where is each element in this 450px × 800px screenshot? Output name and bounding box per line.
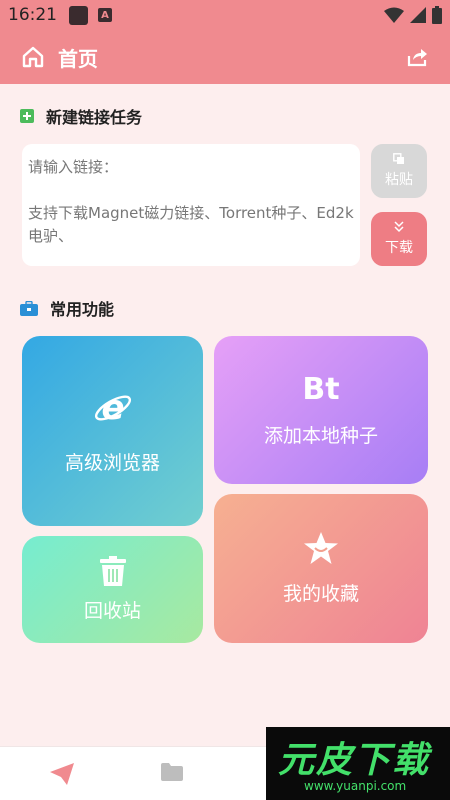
browser-tile[interactable]: e 高级浏览器: [22, 336, 203, 526]
toolbox-icon: [20, 300, 38, 316]
favorites-tile[interactable]: 我的收藏: [214, 494, 428, 643]
add-torrent-tile[interactable]: Bt 添加本地种子: [214, 336, 428, 484]
link-input-hint: 支持下载Magnet磁力链接、Torrent种子、Ed2k电驴、: [28, 204, 354, 245]
paste-label: 粘贴: [385, 172, 413, 188]
status-bar: 16:21 A: [0, 0, 450, 30]
download-label: 下载: [385, 240, 413, 256]
recycle-bin-label: 回收站: [83, 600, 141, 622]
page-title: 首页: [58, 46, 98, 71]
link-input-placeholder: 请输入链接：: [28, 158, 119, 176]
browser-icon: e: [94, 388, 131, 428]
download-arrow-icon: [394, 221, 404, 233]
wifi-icon: [384, 7, 404, 23]
paste-button[interactable]: 粘贴: [371, 144, 427, 198]
folder-icon[interactable]: [161, 763, 183, 781]
home-icon[interactable]: [22, 46, 44, 68]
svg-text:e: e: [101, 388, 124, 428]
battery-icon: [432, 6, 442, 24]
bt-icon: Bt: [302, 372, 340, 407]
download-button[interactable]: 下载: [371, 212, 427, 266]
recycle-bin-tile[interactable]: 回收站: [22, 536, 203, 643]
copy-icon: [393, 153, 404, 164]
favorites-label: 我的收藏: [282, 583, 359, 605]
share-icon[interactable]: [406, 47, 428, 67]
notification-badge-icon: A: [98, 8, 112, 22]
notification-icon: [69, 5, 88, 25]
browser-label: 高级浏览器: [64, 451, 160, 474]
app-bar: 首页: [0, 30, 450, 84]
features-heading: 常用功能: [20, 296, 114, 320]
new-task-heading: 新建链接任务: [20, 104, 142, 128]
star-icon: [304, 532, 338, 564]
watermark: 元皮下载 www.yuanpi.com: [266, 727, 450, 800]
signal-icon: [410, 7, 426, 23]
trash-icon: [99, 556, 126, 586]
watermark-url: www.yuanpi.com: [304, 779, 407, 793]
add-torrent-label: 添加本地种子: [263, 425, 378, 447]
new-task-title: 新建链接任务: [46, 108, 143, 127]
send-icon[interactable]: [50, 763, 74, 785]
status-time: 16:21: [8, 5, 57, 25]
features-title: 常用功能: [50, 300, 115, 319]
watermark-brand: 元皮下载: [278, 740, 431, 781]
link-input[interactable]: 请输入链接： 支持下载Magnet磁力链接、Torrent种子、Ed2k电驴、: [22, 144, 360, 266]
plus-square-icon: [20, 109, 34, 123]
